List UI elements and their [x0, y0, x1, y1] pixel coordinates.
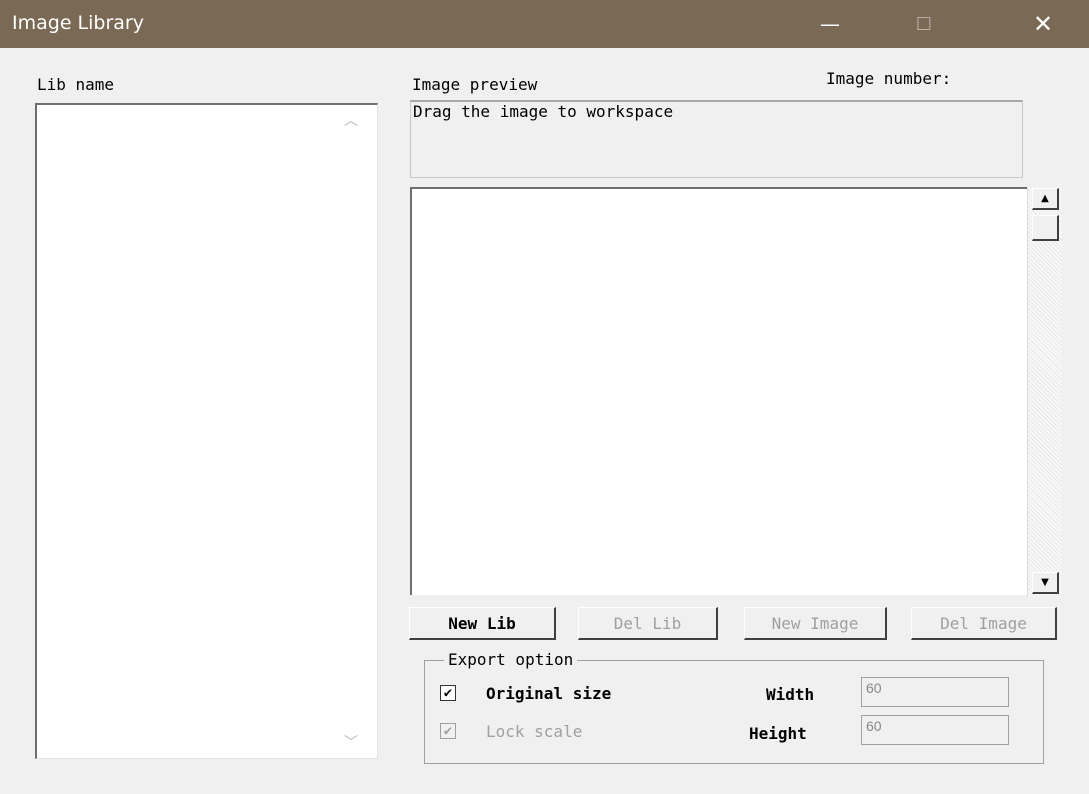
- lib-scroll-up-icon[interactable]: ︿: [344, 110, 358, 130]
- scroll-thumb[interactable]: [1032, 215, 1059, 241]
- original-size-label: Original size: [486, 684, 612, 703]
- image-preview-label: Image preview: [412, 75, 538, 94]
- lib-name-label: Lib name: [37, 75, 115, 94]
- preview-hint-text: Drag the image to workspace: [413, 102, 674, 121]
- scroll-up-arrow-icon: ▲: [1041, 193, 1049, 204]
- del-lib-button[interactable]: Del Lib: [578, 607, 718, 640]
- check-icon: ✔: [443, 685, 453, 701]
- del-image-button[interactable]: Del Image: [911, 607, 1057, 640]
- new-image-button[interactable]: New Image: [744, 607, 887, 640]
- new-lib-button[interactable]: New Lib: [409, 607, 556, 640]
- lock-scale-label: Lock scale: [486, 722, 583, 741]
- width-label: Width: [766, 685, 815, 704]
- check-icon-disabled: ✔: [443, 723, 453, 739]
- export-option-group: [424, 660, 1044, 764]
- scroll-up-button[interactable]: ▲: [1032, 188, 1059, 210]
- height-field[interactable]: 60: [861, 715, 1009, 745]
- scroll-down-button[interactable]: ▼: [1032, 572, 1059, 594]
- maximize-button[interactable]: ☐: [894, 0, 954, 48]
- image-number-label: Image number:: [826, 69, 952, 88]
- image-library-window: Image Library — ☐ ✕ Lib name ︿ ﹀ Image p…: [0, 0, 1089, 794]
- lib-name-list[interactable]: [35, 103, 378, 759]
- width-field[interactable]: 60: [861, 677, 1009, 707]
- preview-hint-box: Drag the image to workspace: [410, 100, 1023, 178]
- window-title: Image Library: [12, 12, 144, 34]
- scroll-down-arrow-icon: ▼: [1041, 577, 1049, 588]
- image-list-area[interactable]: [410, 187, 1027, 595]
- height-label: Height: [749, 724, 807, 743]
- title-bar[interactable]: Image Library — ☐ ✕: [0, 0, 1089, 48]
- original-size-checkbox[interactable]: ✔: [440, 685, 456, 701]
- image-list-scrollbar[interactable]: ▲ ▼: [1027, 187, 1062, 597]
- minimize-button[interactable]: —: [800, 0, 860, 48]
- lib-scroll-down-icon[interactable]: ﹀: [344, 732, 358, 752]
- lock-scale-checkbox[interactable]: ✔: [440, 723, 456, 739]
- close-button[interactable]: ✕: [1013, 0, 1073, 48]
- export-option-label: Export option: [444, 650, 578, 669]
